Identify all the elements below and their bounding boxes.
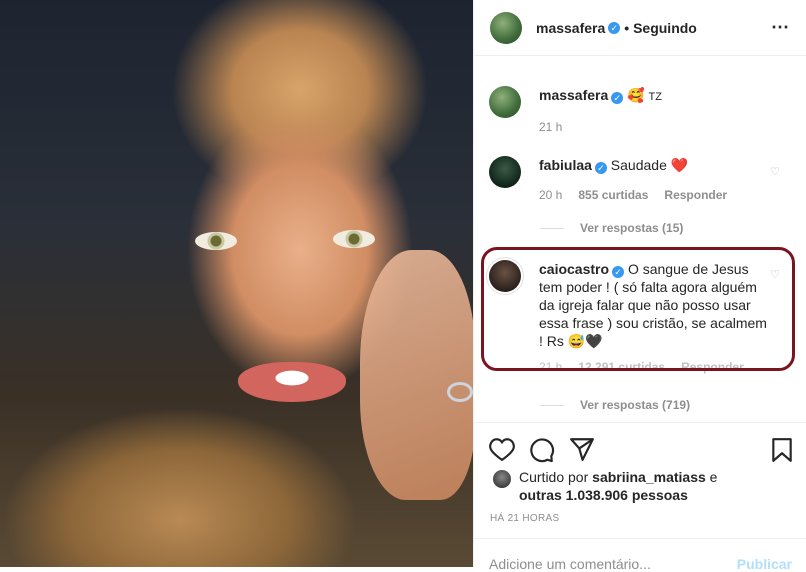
verified-icon: ✓	[608, 21, 621, 34]
photo-smile	[238, 362, 346, 402]
follow-status[interactable]: • Seguindo	[624, 20, 697, 36]
post-photo[interactable]	[0, 0, 473, 567]
post-header: massafera ✓ • Seguindo ⋯	[474, 0, 806, 56]
caption-username[interactable]: massafera	[539, 87, 608, 103]
highlight-outline	[481, 247, 795, 371]
comment-emoji: ❤️	[670, 157, 689, 173]
view-replies-button[interactable]: Ver respostas (15)	[540, 221, 683, 235]
comment-text: Saudade	[610, 157, 667, 173]
photo-hand	[360, 250, 473, 500]
comment-username[interactable]: fabiulaa	[539, 157, 592, 173]
likes-others[interactable]: outras 1.038.906 pessoas	[519, 487, 688, 503]
divider	[540, 227, 564, 229]
comment-input[interactable]: Adicione um comentário...	[489, 556, 651, 572]
photo-ring	[447, 382, 473, 402]
avatar[interactable]	[490, 11, 522, 44]
post-caption: massafera ✓ 🥰 TZ 21 h	[489, 86, 779, 136]
comment-time[interactable]: 20 h	[539, 186, 562, 204]
avatar[interactable]	[489, 156, 521, 188]
reply-button[interactable]: Responder	[664, 186, 727, 204]
likes-summary: Curtido por sabriina_matiass e outras 1.…	[493, 468, 749, 504]
header-username[interactable]: massafera	[536, 20, 605, 36]
divider	[540, 404, 564, 406]
post-actions	[473, 422, 806, 473]
caption-text: TZ	[648, 91, 662, 103]
likes-conj: e	[709, 469, 718, 485]
verified-icon: ✓	[594, 162, 607, 174]
bookmark-icon[interactable]	[771, 437, 793, 463]
comment-item: fabiulaa ✓ Saudade ❤️ 20 h 855 curtidas R…	[489, 156, 779, 204]
add-comment-bar: Adicione um comentário... Publicar	[473, 538, 806, 572]
view-replies-button[interactable]: Ver respostas (719)	[540, 398, 690, 412]
publish-button[interactable]: Publicar	[737, 556, 792, 572]
likes-prefix: Curtido por	[519, 469, 589, 485]
caption-emoji: 🥰	[627, 87, 645, 103]
comment-likes[interactable]: 855 curtidas	[578, 186, 648, 204]
photo-eye-right	[333, 230, 375, 248]
avatar[interactable]	[489, 86, 521, 118]
like-comment-heart-icon[interactable]: ♡	[770, 165, 780, 178]
share-icon[interactable]	[569, 437, 595, 461]
caption-time[interactable]: 21 h	[539, 118, 562, 136]
heart-icon[interactable]	[489, 437, 515, 461]
avatar[interactable]	[493, 470, 511, 488]
likes-user[interactable]: sabriina_matiass	[592, 469, 706, 485]
post-time[interactable]: HÁ 21 HORAS	[490, 513, 559, 524]
comment-icon[interactable]	[529, 437, 555, 463]
verified-icon: ✓	[611, 92, 624, 104]
photo-eye-left	[195, 232, 237, 250]
more-horizontal-icon[interactable]: ⋯	[771, 17, 790, 38]
